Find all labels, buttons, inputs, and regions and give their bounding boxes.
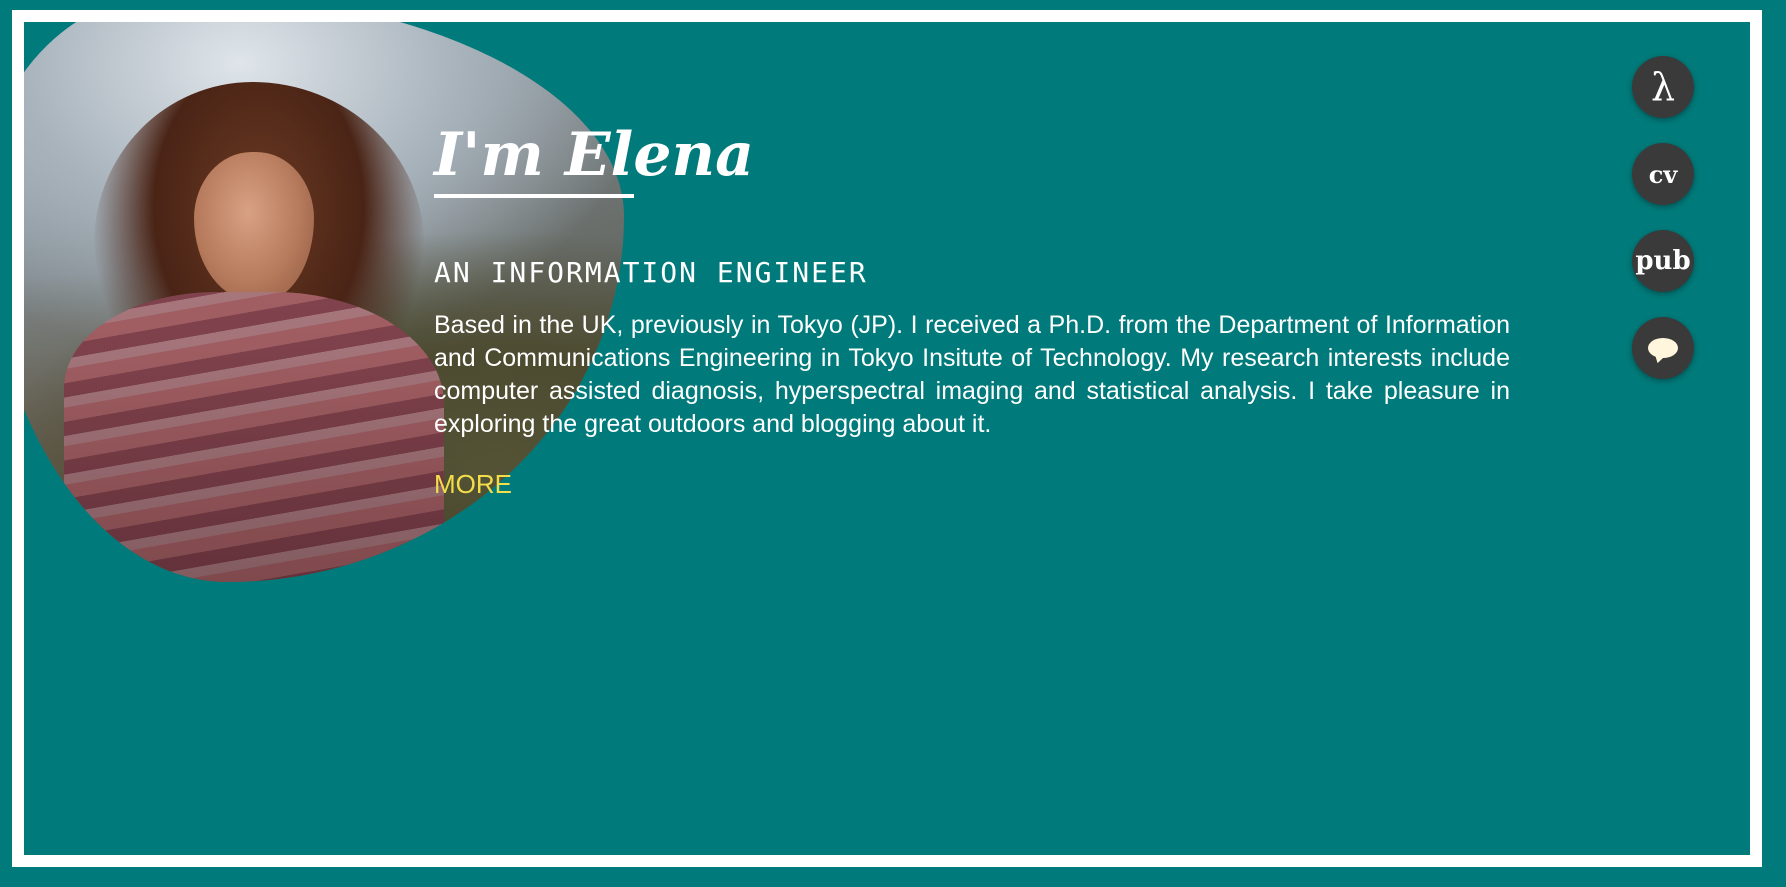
cv-icon[interactable]: cv xyxy=(1632,143,1694,205)
page-title: I'm Elena xyxy=(434,120,755,190)
hero-content: I'm Elena AN INFORMATION ENGINEER Based … xyxy=(434,120,1510,500)
bio-text: Based in the UK, previously in Tokyo (JP… xyxy=(434,311,1510,438)
speech-bubble-icon[interactable] xyxy=(1632,317,1694,379)
pub-icon[interactable]: pub xyxy=(1632,230,1694,292)
subtitle: AN INFORMATION ENGINEER xyxy=(434,256,868,289)
lambda-icon[interactable]: λ xyxy=(1632,56,1694,118)
chat-bubble-shape xyxy=(1648,338,1678,358)
title-underline xyxy=(434,194,634,198)
more-link[interactable]: MORE xyxy=(434,469,512,500)
side-nav: λ cv pub xyxy=(1632,56,1696,404)
